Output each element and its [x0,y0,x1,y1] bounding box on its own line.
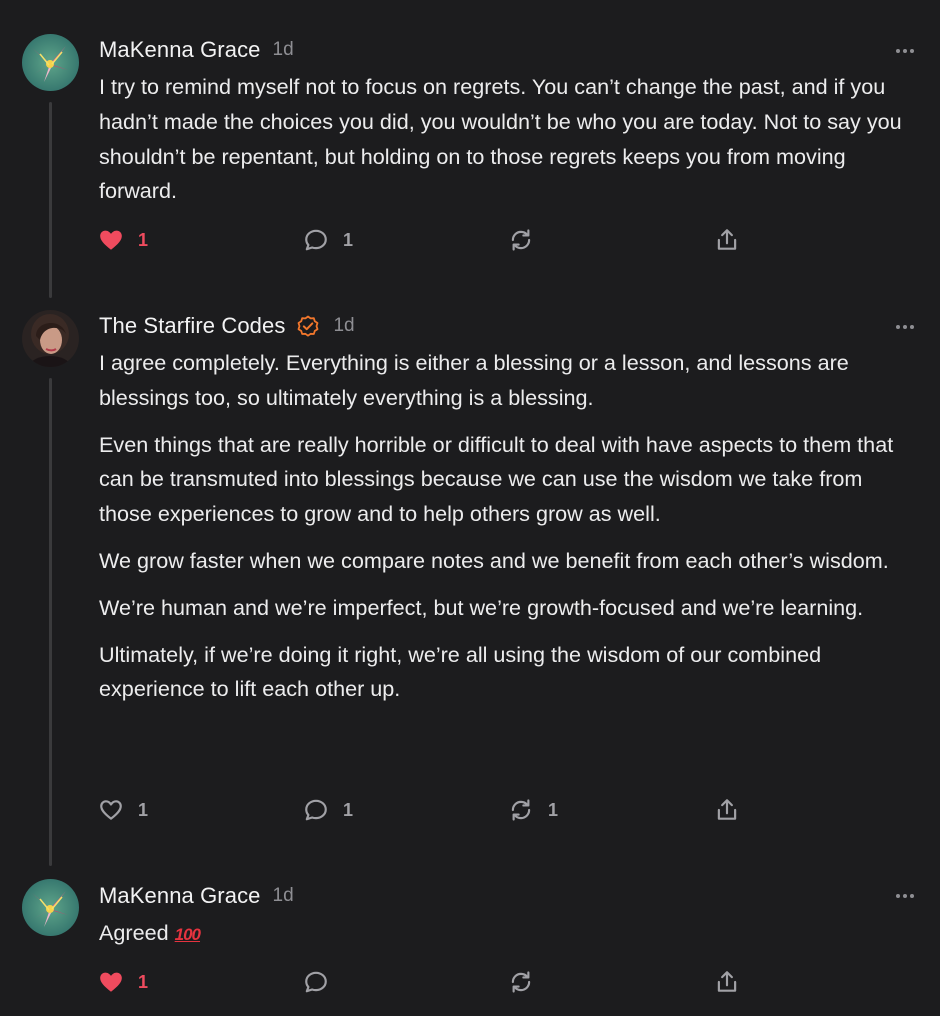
heart-filled-icon [100,972,122,992]
comment-header: MaKenna Grace 1d [99,35,294,65]
like-count: 1 [138,229,149,250]
share-icon [717,799,737,820]
timestamp[interactable]: 1d [273,885,294,907]
comment-body: Agreed 100 [99,916,919,965]
comment-paragraph: Even things that are really horrible or … [99,431,894,527]
timestamp[interactable]: 1d [273,39,294,61]
comment-body: I try to remind myself not to focus on r… [99,70,919,221]
restack-count: 1 [548,799,559,820]
comment-text: Agreed [99,920,169,945]
like-button[interactable]: 1 [98,964,148,1000]
action-bar: 1 [98,964,838,1000]
action-bar: 1 1 [98,222,838,258]
restack-icon [511,799,531,821]
like-count: 1 [138,971,149,992]
restack-button[interactable]: 1 [508,792,558,828]
comment-paragraph: We grow faster when we compare notes and… [99,547,889,573]
share-button[interactable] [714,222,740,258]
like-button[interactable]: 1 [98,792,148,828]
comment-count: 1 [343,229,354,250]
more-options-icon[interactable] [894,316,916,338]
restack-icon [511,229,531,251]
avatar[interactable] [22,310,79,367]
comment-body: I agree completely. Everything is either… [99,346,919,719]
thread-line [49,378,52,866]
action-bar: 1 1 1 [98,792,838,828]
restack-button[interactable] [508,222,534,258]
comment-paragraph: Ultimately, if we’re doing it right, we’… [99,641,822,702]
comment-count: 1 [343,799,354,820]
author-name[interactable]: MaKenna Grace [99,883,261,909]
heart-filled-icon [100,230,122,250]
hundred-points-emoji: 100 [174,925,201,944]
share-button[interactable] [714,964,740,1000]
comment-button[interactable] [303,964,329,1000]
comment-paragraph: Agreed 100 [99,916,919,953]
avatar[interactable] [22,34,79,91]
share-button[interactable] [714,792,740,828]
verified-badge-icon [298,315,319,337]
more-options-icon[interactable] [894,40,916,62]
share-icon [717,229,737,250]
comment-icon [305,971,327,993]
comment-paragraph: I try to remind myself not to focus on r… [99,74,902,204]
like-button[interactable]: 1 [98,222,148,258]
thread-line [49,102,52,298]
comment-thread: MaKenna Grace 1d I try to remind myself … [0,0,940,1016]
restack-button[interactable] [508,964,534,1000]
comment-button[interactable]: 1 [303,792,353,828]
author-name[interactable]: The Starfire Codes [99,313,285,339]
share-icon [717,971,737,992]
avatar[interactable] [22,879,79,936]
more-options-icon[interactable] [894,885,916,907]
comment-icon [305,229,327,251]
author-name[interactable]: MaKenna Grace [99,37,261,63]
comment-button[interactable]: 1 [303,222,353,258]
timestamp[interactable]: 1d [333,315,354,337]
comment-header: The Starfire Codes 1d [99,311,355,341]
comment-paragraph: We’re human and we’re imperfect, but we’… [99,594,864,620]
heart-outline-icon [100,800,122,820]
comment-icon [305,799,327,821]
comment-header: MaKenna Grace 1d [99,881,294,911]
like-count: 1 [138,799,149,820]
restack-icon [511,971,531,993]
comment-paragraph: I agree completely. Everything is either… [99,350,849,410]
